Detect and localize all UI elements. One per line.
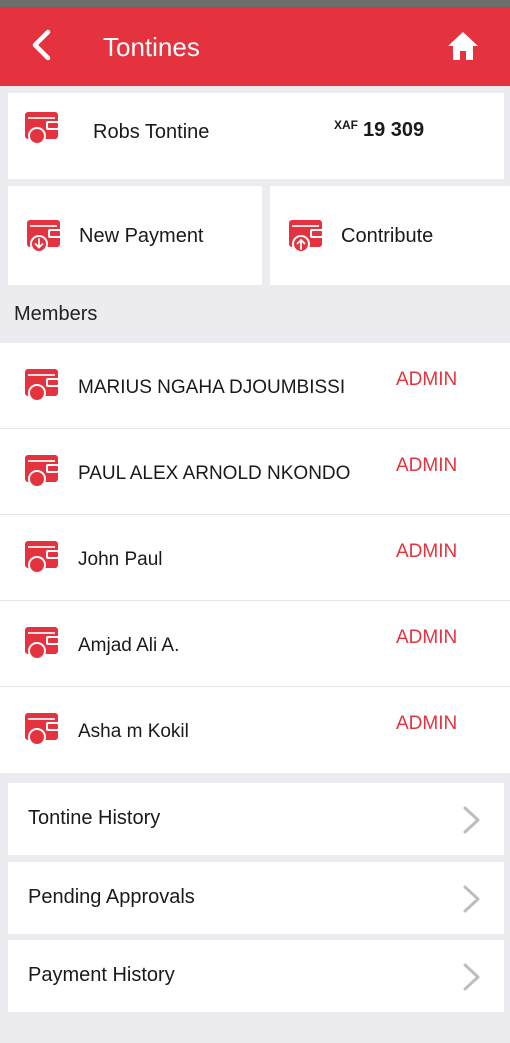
wallet-icon <box>24 626 62 662</box>
chevron-right-icon <box>463 963 480 991</box>
member-name: John Paul <box>78 549 163 570</box>
tontine-history-label: Tontine History <box>28 807 161 829</box>
member-role-badge: ADMIN <box>396 713 458 734</box>
member-role-badge: ADMIN <box>396 455 458 476</box>
tontine-summary-card[interactable]: Robs Tontine XAF 19 309 <box>8 93 504 179</box>
contribute-label: Contribute <box>341 225 434 247</box>
members-header: Members <box>14 303 98 325</box>
chevron-right-icon <box>463 806 480 834</box>
app-bar: Tontines <box>0 7 510 86</box>
member-name: PAUL ALEX ARNOLD NKONDO <box>78 463 351 484</box>
member-name: Asha m Kokil <box>78 721 189 742</box>
pending-approvals-item[interactable]: Pending Approvals <box>8 862 504 934</box>
balance-amount: 19 309 <box>363 119 425 141</box>
currency-label: XAF <box>334 118 358 132</box>
member-role-badge: ADMIN <box>396 369 458 390</box>
chevron-right-icon <box>463 885 480 913</box>
home-icon[interactable] <box>446 29 480 63</box>
new-payment-label: New Payment <box>79 225 204 247</box>
member-row[interactable]: John Paul ADMIN <box>0 515 510 601</box>
wallet-icon <box>24 712 62 748</box>
member-row[interactable]: MARIUS NGAHA DJOUMBISSI ADMIN <box>0 343 510 429</box>
tontine-history-item[interactable]: Tontine History <box>8 783 504 855</box>
member-name: MARIUS NGAHA DJOUMBISSI <box>78 377 346 398</box>
payment-history-item[interactable]: Payment History <box>8 940 504 1012</box>
wallet-upload-icon <box>288 219 326 255</box>
contribute-button[interactable]: Contribute <box>270 186 510 285</box>
member-role-badge: ADMIN <box>396 627 458 648</box>
wallet-icon <box>24 540 62 576</box>
members-list: MARIUS NGAHA DJOUMBISSI ADMIN PAUL ALEX … <box>0 343 510 773</box>
payment-history-label: Payment History <box>28 964 175 986</box>
status-strip <box>0 0 510 7</box>
page-title: Tontines <box>103 32 200 62</box>
wallet-icon <box>24 111 62 147</box>
pending-approvals-label: Pending Approvals <box>28 886 195 908</box>
member-name: Amjad Ali A. <box>78 635 180 656</box>
member-row[interactable]: PAUL ALEX ARNOLD NKONDO ADMIN <box>0 429 510 515</box>
wallet-icon <box>24 368 62 404</box>
wallet-download-icon <box>26 219 64 255</box>
back-arrow-icon[interactable] <box>26 29 58 61</box>
wallet-icon <box>24 454 62 490</box>
tontine-name: Robs Tontine <box>93 121 210 143</box>
member-row[interactable]: Asha m Kokil ADMIN <box>0 687 510 773</box>
member-row[interactable]: Amjad Ali A. ADMIN <box>0 601 510 687</box>
new-payment-button[interactable]: New Payment <box>8 186 262 285</box>
member-role-badge: ADMIN <box>396 541 458 562</box>
tontine-balance: XAF 19 309 <box>334 118 425 142</box>
